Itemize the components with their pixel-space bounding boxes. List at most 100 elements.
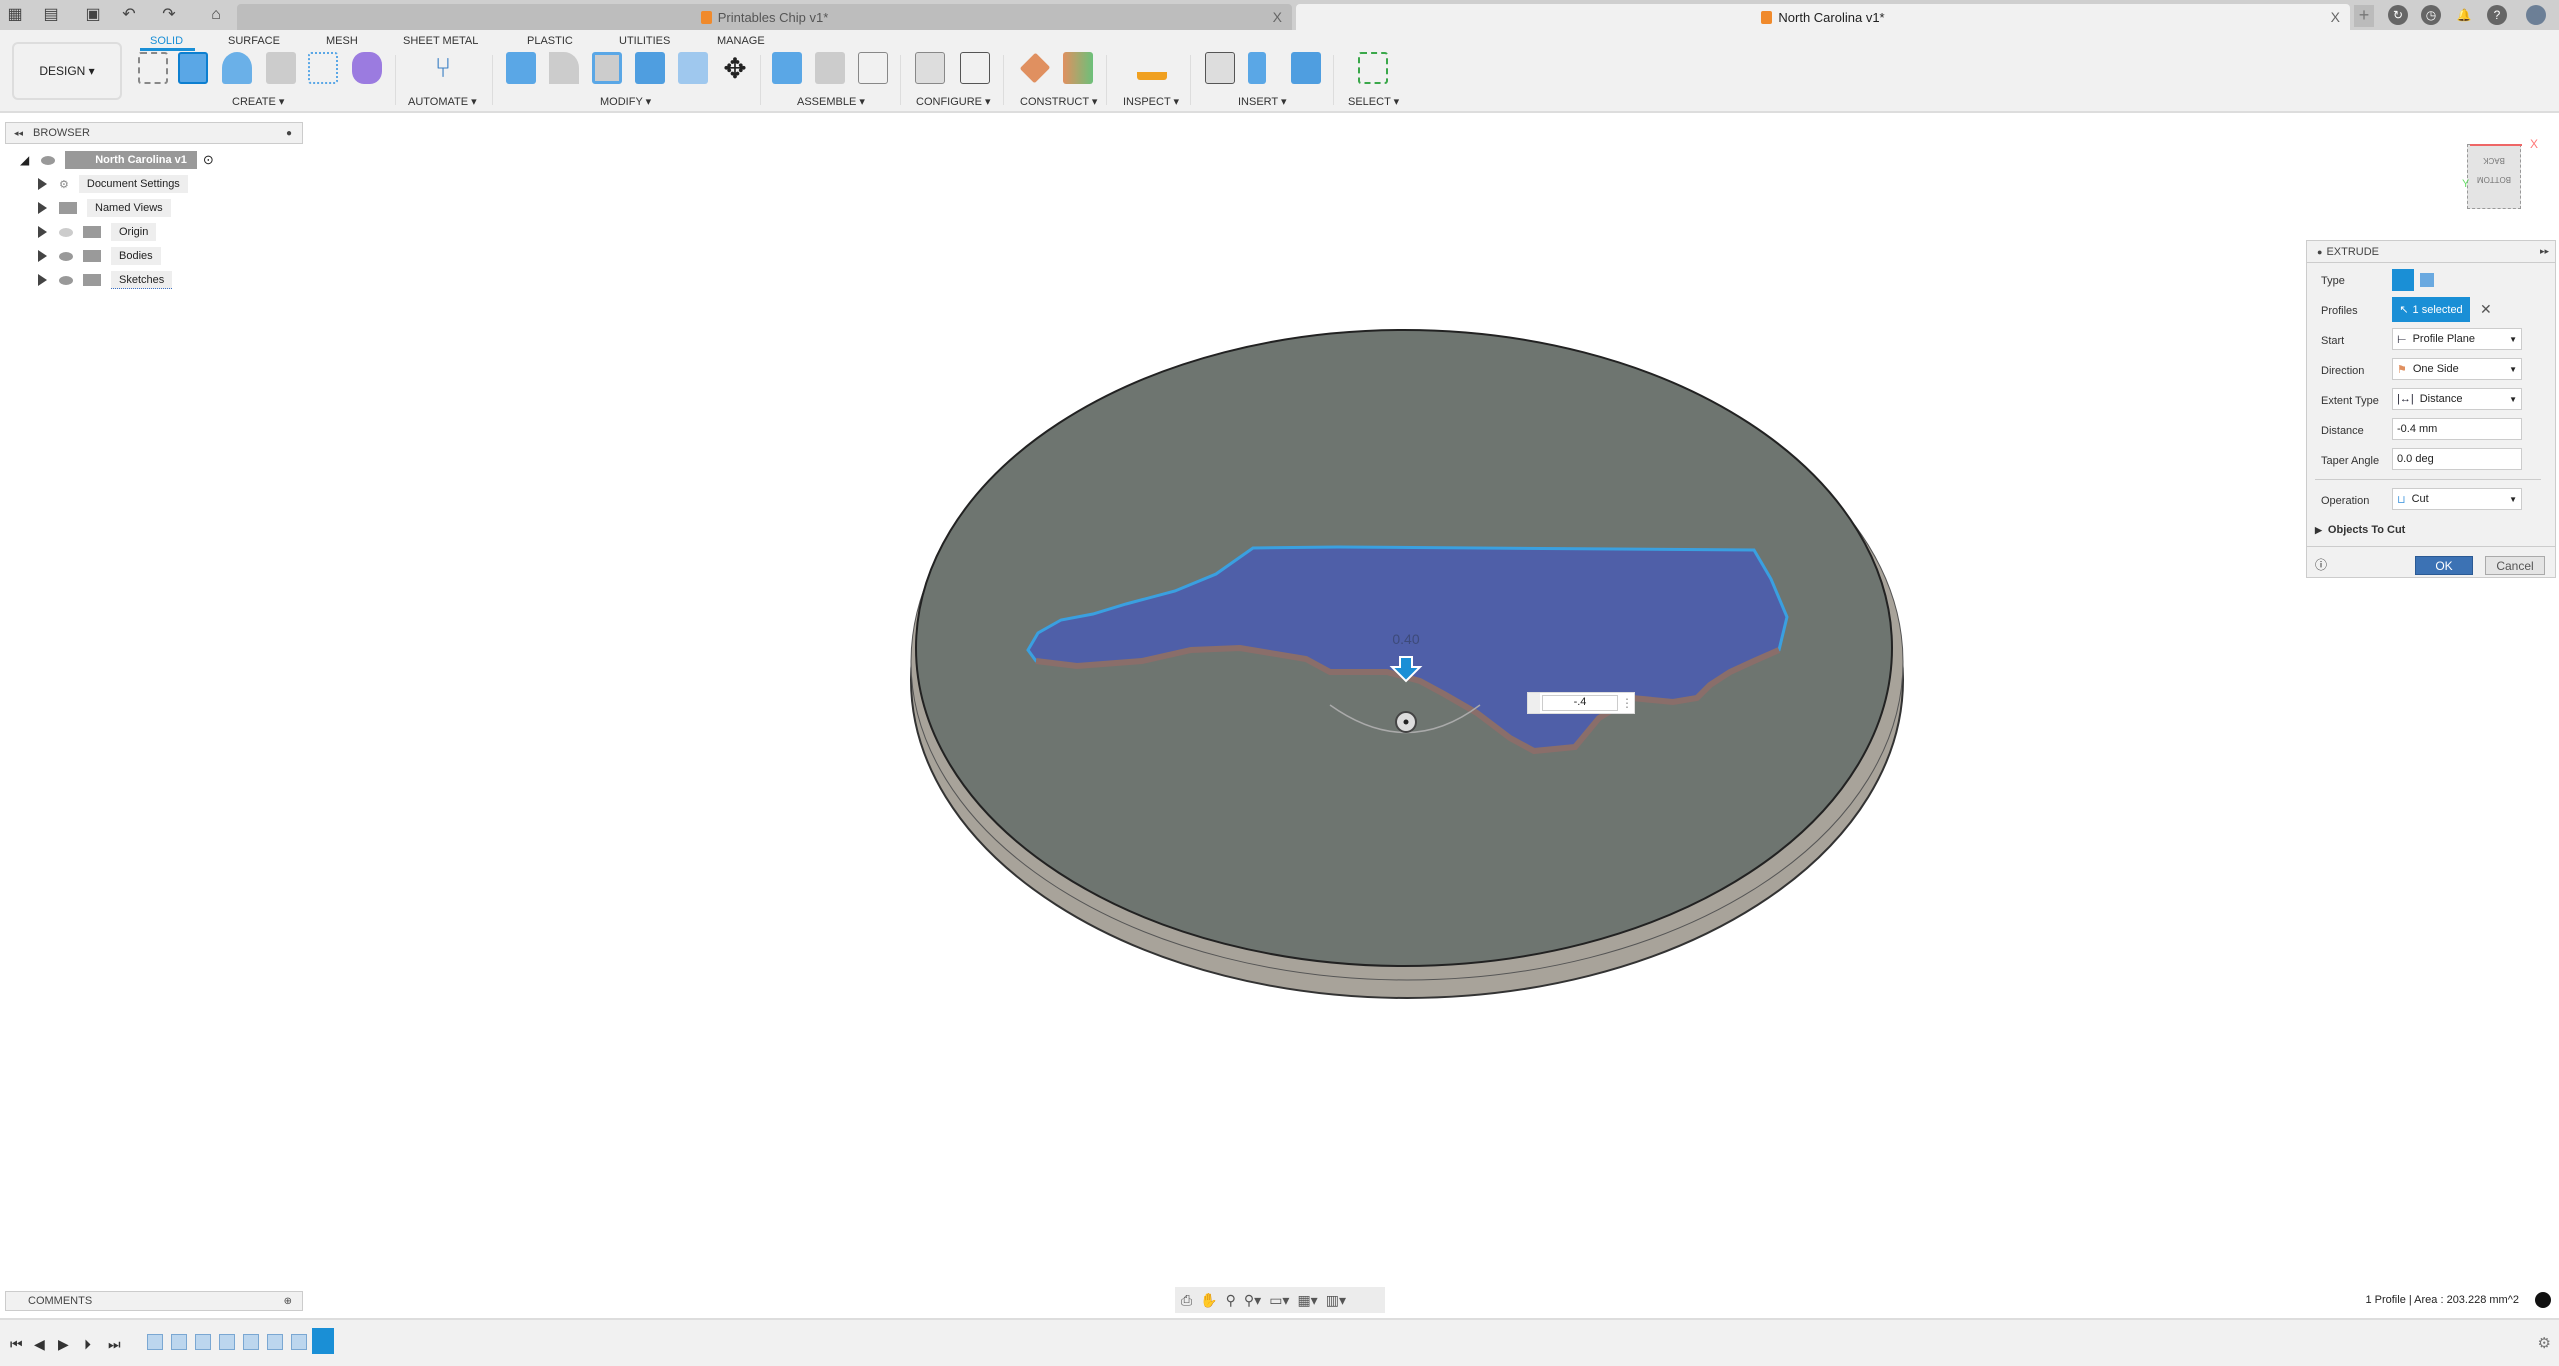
select-menu[interactable]: SELECT ▾	[1348, 95, 1399, 108]
more-options-icon[interactable]: ⋮	[1620, 696, 1634, 710]
type-thin-button[interactable]	[2420, 273, 2434, 287]
close-tab-button[interactable]: X	[2331, 9, 2340, 25]
direction-dropdown[interactable]: ⚑ One Side ▼	[2392, 358, 2522, 380]
timeline-feature[interactable]	[267, 1334, 283, 1350]
expand-icon[interactable]	[38, 202, 47, 214]
collapse-icon[interactable]: ◂◂	[14, 128, 23, 139]
create-sketch-icon[interactable]	[138, 52, 168, 84]
timeline-current-extrude[interactable]	[312, 1328, 334, 1354]
move-icon[interactable]: ✥	[720, 52, 750, 84]
expand-dialog-icon[interactable]: ▸▸	[2540, 246, 2549, 257]
expand-icon[interactable]	[38, 226, 47, 238]
clear-selection-icon[interactable]: ✕	[2480, 301, 2492, 318]
modify-menu[interactable]: MODIFY ▾	[600, 95, 651, 108]
timeline-feature[interactable]	[171, 1334, 187, 1350]
assemble-menu[interactable]: ASSEMBLE ▾	[797, 95, 865, 108]
browser-panel-header[interactable]: ◂◂ BROWSER ●	[5, 122, 303, 144]
pattern-icon[interactable]	[308, 52, 338, 84]
new-tab-button[interactable]: +	[2354, 5, 2374, 27]
insert-canvas-icon[interactable]	[1291, 52, 1321, 84]
config-table-icon[interactable]	[960, 52, 990, 84]
pan-icon[interactable]: ✋	[1200, 1292, 1217, 1309]
redo-icon[interactable]: ↷	[158, 4, 180, 26]
extent-type-dropdown[interactable]: |↔| Distance ▼	[2392, 388, 2522, 410]
insert-derive-icon[interactable]	[1205, 52, 1235, 84]
objects-to-cut-toggle[interactable]: ▶ Objects To Cut	[2315, 524, 2405, 536]
step-back-icon[interactable]: ◀	[34, 1336, 45, 1353]
zoom-icon[interactable]: ⚲	[1226, 1292, 1236, 1309]
display-settings-icon[interactable]: ▭▾	[1269, 1292, 1289, 1309]
timeline-feature[interactable]	[147, 1334, 163, 1350]
minus-circle-icon[interactable]: ●	[2317, 247, 2322, 257]
expand-icon[interactable]	[38, 178, 47, 190]
offset-plane-icon[interactable]	[1019, 52, 1051, 84]
expand-icon[interactable]	[38, 274, 47, 286]
step-forward-icon[interactable]: ⏵	[84, 1336, 91, 1353]
measure-icon[interactable]	[1137, 60, 1167, 80]
timeline-settings-icon[interactable]: ⚙	[2538, 1334, 2551, 1352]
shell-icon[interactable]	[592, 52, 622, 84]
tab-manage[interactable]: MANAGE	[717, 35, 765, 47]
viewcube-bottom-face[interactable]: BOTTOM	[2468, 175, 2520, 184]
insert-mcmaster-icon[interactable]	[1248, 52, 1266, 84]
tab-sheet-metal[interactable]: SHEET METAL	[403, 35, 478, 47]
hole-icon[interactable]	[266, 52, 296, 84]
fit-icon[interactable]: ⚲▾	[1244, 1292, 1261, 1309]
tree-item-document-settings[interactable]: ⚙ Document Settings	[38, 174, 188, 194]
workspace-switcher[interactable]: DESIGN ▾	[12, 42, 122, 100]
expand-icon[interactable]: ◢	[20, 153, 29, 167]
distance-field[interactable]: -0.4 mm	[2392, 418, 2522, 440]
extensions-icon[interactable]: ↻	[2388, 5, 2408, 25]
viewports-icon[interactable]: ▥▾	[1326, 1292, 1346, 1309]
inspect-menu[interactable]: INSPECT ▾	[1123, 95, 1179, 108]
file-menu-icon[interactable]: ▤	[40, 4, 62, 26]
apps-grid-icon[interactable]: ▦	[4, 4, 26, 26]
distance-input[interactable]: -.4	[1542, 695, 1618, 711]
add-comment-icon[interactable]: ⊕	[284, 1296, 292, 1307]
hidden-eye-icon[interactable]	[59, 227, 73, 237]
automate-menu[interactable]: AUTOMATE ▾	[408, 95, 477, 108]
go-to-start-icon[interactable]: ⏮	[10, 1336, 23, 1353]
visibility-icon[interactable]	[59, 275, 73, 285]
insert-menu[interactable]: INSERT ▾	[1238, 95, 1287, 108]
combine-icon[interactable]	[635, 52, 665, 84]
operation-dropdown[interactable]: ⊔ Cut ▼	[2392, 488, 2522, 510]
timeline-feature[interactable]	[219, 1334, 235, 1350]
avatar[interactable]	[2526, 5, 2546, 25]
profiles-selection[interactable]: ↖ 1 selected	[2392, 297, 2470, 322]
fusion-status-icon[interactable]	[2535, 1292, 2551, 1308]
extrude-icon[interactable]	[178, 52, 208, 84]
tree-item-sketches[interactable]: Sketches	[38, 270, 173, 290]
grid-icon[interactable]: ▦▾	[1297, 1292, 1317, 1309]
construct-menu[interactable]: CONSTRUCT ▾	[1020, 95, 1097, 108]
automate-icon[interactable]: ⑂	[428, 52, 458, 84]
3d-viewport[interactable]: 0.40	[0, 115, 2559, 1285]
cancel-button[interactable]: Cancel	[2485, 556, 2545, 575]
notifications-icon[interactable]: 🔔	[2454, 5, 2474, 25]
close-tab-button[interactable]: X	[1273, 9, 1282, 25]
job-status-icon[interactable]: ◷	[2421, 5, 2441, 25]
press-pull-icon[interactable]	[506, 52, 536, 84]
tree-item-bodies[interactable]: Bodies	[38, 246, 161, 266]
tab-printables-chip[interactable]: Printables Chip v1* X	[237, 4, 1292, 30]
tab-utilities[interactable]: UTILITIES	[619, 35, 670, 47]
browser-root[interactable]: ◢ North Carolina v1 ⊙	[20, 150, 214, 170]
timeline-feature[interactable]	[195, 1334, 211, 1350]
help-icon[interactable]: ?	[2487, 5, 2507, 25]
configure-menu[interactable]: CONFIGURE ▾	[916, 95, 991, 108]
tree-item-named-views[interactable]: Named Views	[38, 198, 171, 218]
split-body-icon[interactable]	[678, 52, 708, 84]
timeline-feature[interactable]	[291, 1334, 307, 1350]
form-icon[interactable]	[352, 52, 382, 84]
tab-mesh[interactable]: MESH	[326, 35, 358, 47]
drag-handle[interactable]	[1528, 693, 1540, 713]
start-dropdown[interactable]: ⊢ Profile Plane ▼	[2392, 328, 2522, 350]
tab-north-carolina[interactable]: North Carolina v1* X	[1296, 4, 2350, 30]
create-menu[interactable]: CREATE ▾	[232, 95, 284, 108]
activate-icon[interactable]: ⊙	[203, 152, 214, 168]
joint-icon[interactable]	[815, 52, 845, 84]
tab-surface[interactable]: SURFACE	[228, 35, 280, 47]
viewcube-back-face[interactable]: BACK	[2468, 156, 2520, 165]
home-icon[interactable]: ⌂	[205, 4, 227, 26]
comments-panel-header[interactable]: COMMENTS ⊕	[5, 1291, 303, 1311]
